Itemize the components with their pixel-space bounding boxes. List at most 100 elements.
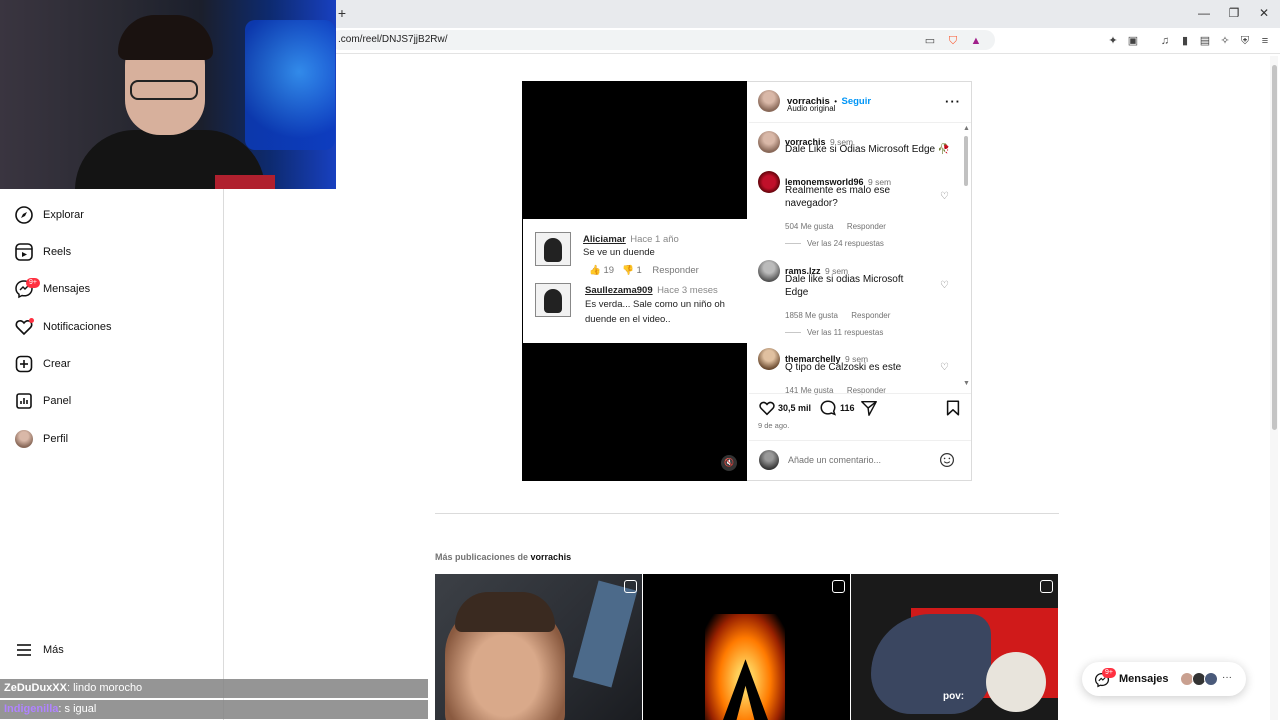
scroll-up-arrow[interactable]: ▲	[963, 125, 970, 132]
reels-icon	[14, 242, 34, 262]
messages-floating-label: Mensajes	[1119, 673, 1169, 685]
profile-avatar	[15, 430, 33, 448]
video-comment-name: Aliciamar	[583, 234, 626, 245]
reel-indicator-icon	[624, 580, 637, 593]
video-comment-name: Saullezama909	[585, 285, 653, 296]
reply-link: Responder	[652, 265, 699, 276]
ai-icon[interactable]: ✧	[1218, 34, 1232, 48]
more-post-thumbnail[interactable]	[643, 574, 850, 720]
minimize-icon[interactable]: —	[1194, 5, 1214, 21]
chat-username: Indigenilla	[4, 703, 59, 715]
video-comment-time: Hace 3 meses	[657, 285, 718, 296]
like-count[interactable]: 30,5 mil	[778, 403, 811, 413]
messages-badge: 9+	[26, 278, 40, 288]
nav-item-mas[interactable]: Más	[14, 638, 204, 662]
more-posts-heading: Más publicaciones de vorrachis	[435, 552, 572, 562]
hamburger-icon	[14, 640, 34, 660]
music-icon[interactable]: ♫	[1158, 34, 1172, 48]
author-avatar[interactable]	[758, 90, 780, 112]
new-tab-button[interactable]: +	[335, 5, 349, 21]
comments-scrollbar[interactable]	[964, 136, 968, 186]
scroll-down-arrow[interactable]: ▼	[963, 380, 970, 387]
nav-label: Notificaciones	[43, 321, 112, 333]
follow-button[interactable]: Seguir	[842, 96, 872, 107]
reply-button[interactable]: Responder	[847, 222, 886, 231]
nav-item-crear[interactable]: Crear	[14, 352, 204, 376]
thumbs-down-icon: 👎	[621, 265, 634, 276]
more-posts-author[interactable]: vorrachis	[531, 552, 572, 562]
view-replies[interactable]: Ver las 24 respuestas	[807, 239, 884, 248]
nav-label: Más	[43, 644, 64, 656]
comment-likes: 504 Me gusta	[785, 222, 834, 231]
comment-avatar[interactable]	[758, 348, 780, 370]
caption-text: Dale Like si Odias Microsoft Edge 🥀	[785, 144, 951, 155]
messages-floating-button[interactable]: 9+ Mensajes ···	[1082, 662, 1246, 696]
audio-label[interactable]: Audio original	[787, 104, 835, 113]
emoji-icon[interactable]	[939, 452, 955, 468]
plus-square-icon	[14, 354, 34, 374]
chat-text: : s igual	[58, 703, 97, 715]
compass-icon	[14, 205, 34, 225]
comment-like-icon[interactable]: ♡	[940, 192, 951, 202]
cast-icon[interactable]: ▭	[923, 34, 937, 48]
replies-line	[785, 332, 801, 333]
nav-item-panel[interactable]: Panel	[14, 389, 204, 413]
vpn-icon[interactable]: ⛨	[1238, 34, 1252, 48]
more-post-thumbnail[interactable]	[435, 574, 642, 720]
thumbs-up-icon: 👍	[589, 265, 601, 276]
save-bookmark-icon[interactable]	[944, 399, 962, 417]
tab-search-icon[interactable]: ▣	[1126, 34, 1140, 48]
messages-floating-badge: 9+	[1102, 668, 1116, 678]
nav-label: Panel	[43, 395, 72, 407]
likes-count: 19	[603, 265, 615, 276]
reel-indicator-icon	[1040, 580, 1053, 593]
share-icon[interactable]	[860, 399, 878, 417]
section-divider	[435, 513, 1059, 514]
comment-icon[interactable]	[819, 399, 837, 417]
video-comment-time: Hace 1 año	[630, 234, 679, 245]
sidebar-icon[interactable]: ▮	[1178, 34, 1192, 48]
nav-item-mensajes[interactable]: Mensajes	[14, 277, 204, 301]
comment-count[interactable]: 116	[840, 403, 855, 413]
page-scrollbar-thumb[interactable]	[1272, 65, 1277, 430]
comment-like-icon[interactable]: ♡	[940, 363, 951, 373]
url-text[interactable]: .com/reel/DNJS7jjB2Rw/	[338, 34, 447, 45]
mute-button[interactable]: 🔇	[721, 455, 737, 471]
comment-box-divider	[749, 440, 971, 441]
like-icon[interactable]	[758, 399, 776, 417]
video-comment-overlay: Aliciamar Hace 1 año Se ve un duende 👍 1…	[523, 219, 747, 343]
more-options-icon[interactable]: ···	[945, 94, 961, 109]
comment-avatar[interactable]	[758, 171, 780, 193]
reply-button[interactable]: Responder	[851, 311, 890, 320]
nav-label: Perfil	[43, 433, 69, 445]
nav-item-explorar[interactable]: Explorar	[14, 203, 204, 227]
menu-icon[interactable]: ≡	[1258, 34, 1272, 48]
video-comment-meta: 👍 19 👎 1 Responder	[589, 265, 699, 276]
nav-item-perfil[interactable]: Perfil	[14, 427, 204, 451]
video-comment-avatar	[535, 232, 571, 266]
nav-item-notificaciones[interactable]: Notificaciones	[14, 315, 204, 339]
comment-like-icon[interactable]: ♡	[940, 281, 951, 291]
reel-indicator-icon	[832, 580, 845, 593]
comment-input[interactable]: Añade un comentario...	[788, 455, 881, 465]
comment-likes: 1858 Me gusta	[785, 311, 838, 320]
wallet-icon[interactable]: ▤	[1198, 34, 1212, 48]
caption-avatar[interactable]	[758, 131, 780, 153]
nav-item-reels[interactable]: Reels	[14, 240, 204, 264]
chat-text: : lindo morocho	[66, 682, 143, 694]
conversation-avatar	[1204, 672, 1218, 686]
video-comment-text: duende en el video..	[585, 314, 671, 325]
brave-shield-icon[interactable]: ⛉	[946, 34, 960, 48]
brave-rewards-icon[interactable]: ▲	[969, 34, 983, 48]
header-divider	[749, 122, 971, 123]
nav-label: Explorar	[43, 209, 84, 221]
view-replies[interactable]: Ver las 11 respuestas	[807, 328, 883, 337]
chat-message: ZeDuDuxXX: lindo morocho	[0, 679, 428, 698]
more-post-thumbnail[interactable]: pov:	[851, 574, 1058, 720]
chat-message: Indigenilla: s igual	[0, 700, 428, 719]
extensions-icon[interactable]: ✦	[1106, 34, 1120, 48]
restore-icon[interactable]: ❐	[1224, 5, 1244, 21]
nav-label: Mensajes	[43, 283, 91, 295]
comment-avatar[interactable]	[758, 260, 780, 282]
close-icon[interactable]: ✕	[1254, 5, 1274, 21]
